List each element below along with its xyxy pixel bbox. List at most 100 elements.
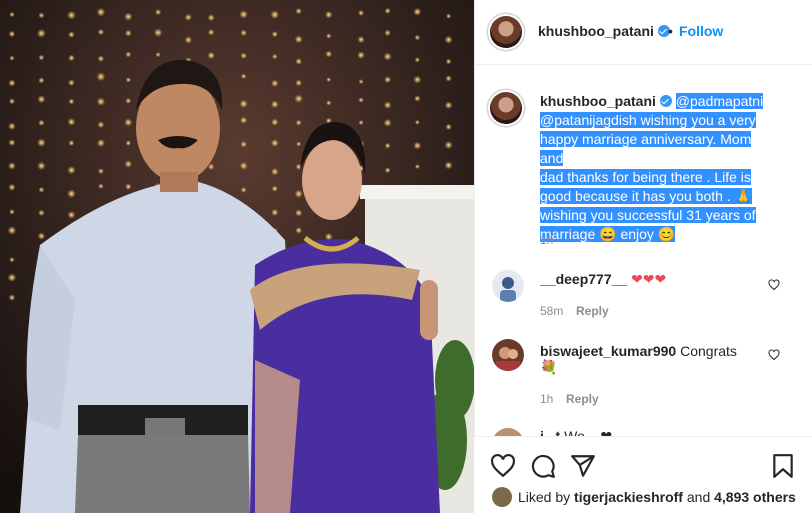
fairy-light — [296, 141, 302, 147]
fairy-light — [68, 31, 75, 38]
follow-button[interactable]: Follow — [679, 23, 723, 39]
fairy-light — [68, 98, 75, 105]
fairy-light — [383, 118, 392, 127]
fairy-light — [444, 101, 453, 110]
fairy-light — [239, 10, 248, 19]
fairy-light — [414, 164, 420, 170]
fairy-light — [125, 97, 132, 104]
fairy-light — [8, 139, 16, 147]
share-icon[interactable] — [570, 453, 596, 479]
fairy-light — [184, 13, 192, 21]
caption-line: happy marriage anniversary. Mom and — [540, 131, 752, 166]
fairy-light — [383, 52, 392, 61]
likes-prefix: Liked by — [518, 489, 571, 505]
fairy-light — [295, 226, 303, 234]
fairy-light — [357, 51, 365, 60]
fairy-light — [8, 294, 16, 301]
caption-line: good because it has you both . 🙏 — [540, 188, 753, 204]
header-separator: • — [668, 23, 673, 39]
caption-avatar[interactable] — [490, 92, 522, 124]
caption-username[interactable]: khushboo_patani — [540, 93, 656, 109]
fairy-light — [38, 12, 45, 19]
verified-badge-icon — [659, 95, 672, 107]
mention-padmapatni[interactable]: @padmapatni — [675, 93, 764, 109]
comment-timestamp[interactable]: 58m — [540, 304, 563, 318]
comment-username[interactable]: __deep777__ — [540, 271, 627, 287]
fairy-light — [8, 30, 16, 38]
fairy-light — [239, 99, 248, 109]
fairy-light — [295, 7, 302, 15]
reply-button[interactable]: Reply — [576, 304, 609, 318]
fairy-light — [9, 257, 15, 263]
comment-username[interactable]: i...t — [540, 428, 560, 436]
comment-text: Congrats — [680, 343, 737, 359]
fairy-light — [271, 167, 279, 176]
fairy-light — [97, 28, 105, 36]
commenter-avatar[interactable] — [492, 270, 524, 302]
fairy-light — [444, 140, 453, 150]
bookmark-icon[interactable] — [770, 453, 796, 479]
fairy-light — [37, 95, 46, 104]
fairy-light — [358, 79, 364, 85]
fairy-light — [98, 183, 104, 190]
fairy-light — [96, 97, 106, 106]
post-photo[interactable] — [0, 0, 474, 513]
fairy-light — [7, 226, 17, 235]
fairy-light — [326, 77, 332, 83]
comment-emoji: 💐 — [540, 359, 558, 375]
fairy-light — [207, 51, 215, 60]
comment-text: Wo... ❤ — [564, 428, 613, 436]
fairy-light — [445, 13, 452, 19]
fairy-light — [358, 119, 364, 126]
caption: khushboo_patani @padmapatni @patanijagdi… — [540, 92, 770, 244]
fairy-light — [8, 122, 16, 131]
fairy-light — [240, 116, 248, 124]
author-username[interactable]: khushboo_patani — [538, 23, 670, 39]
fairy-light — [153, 28, 163, 37]
reply-button[interactable]: Reply — [566, 392, 599, 406]
likes-others[interactable]: 4,893 others — [714, 489, 796, 505]
fairy-light — [294, 94, 303, 103]
liker-username[interactable]: tigerjackieshroff — [574, 489, 683, 505]
fairy-light — [38, 77, 45, 84]
avatar-image — [500, 277, 516, 302]
fairy-light — [444, 161, 453, 170]
fairy-light — [125, 140, 132, 146]
commenter-avatar[interactable] — [492, 339, 524, 371]
action-bar: Liked by tigerjackieshroff and 4,893 oth… — [474, 436, 812, 514]
caption-line: wishing you successful 31 years of — [540, 207, 756, 223]
fairy-light — [444, 35, 453, 44]
fairy-light — [271, 208, 279, 217]
fairy-light — [413, 75, 422, 84]
fairy-light — [37, 232, 46, 240]
fairy-light — [270, 10, 280, 20]
comment-text: ❤❤❤ — [631, 271, 667, 287]
fairy-light — [124, 29, 132, 37]
comment-icon[interactable] — [530, 453, 556, 479]
author-avatar[interactable] — [490, 16, 522, 48]
fairy-light — [67, 165, 76, 175]
fairy-light — [270, 139, 279, 147]
caption-timestamp[interactable]: 1h — [540, 233, 553, 247]
fairy-light — [324, 10, 333, 19]
fairy-light — [38, 209, 45, 217]
fairy-light — [445, 75, 452, 82]
heart-icon[interactable] — [768, 349, 780, 361]
comment-username[interactable]: biswajeet_kumar990 — [540, 343, 676, 359]
heart-icon[interactable] — [768, 279, 780, 291]
commenter-avatar[interactable] — [492, 428, 524, 436]
fairy-light — [37, 161, 46, 171]
fairy-light — [97, 121, 105, 129]
fairy-light — [96, 138, 105, 148]
fairy-light — [295, 79, 303, 87]
fairy-light — [240, 29, 247, 37]
fairy-light — [295, 119, 302, 126]
fairy-light — [184, 36, 193, 44]
fairy-light — [8, 183, 16, 191]
fairy-light — [358, 97, 364, 103]
fairy-light — [384, 76, 392, 84]
fairy-light — [357, 35, 365, 44]
liker-avatar[interactable] — [492, 487, 512, 507]
comment-timestamp[interactable]: 1h — [540, 392, 553, 406]
heart-icon[interactable] — [490, 453, 516, 479]
